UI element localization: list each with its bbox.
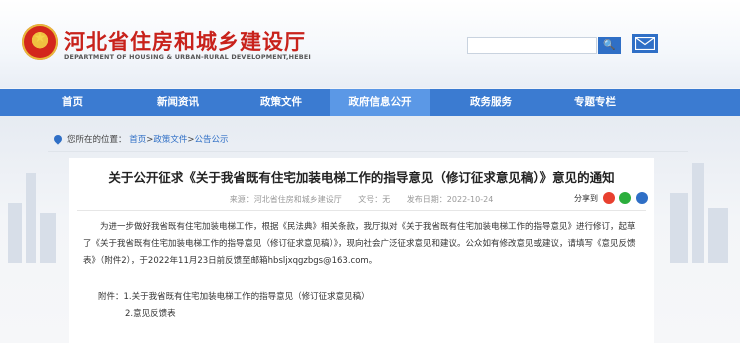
breadcrumb: 您所在的位置： 首页>政策文件>公告公示 [52, 133, 229, 147]
main-nav: 首页 新闻资讯 政策文件 政府信息公开 政务服务 专题专栏 [0, 89, 740, 116]
mail-button[interactable] [632, 34, 658, 53]
site-subtitle: DEPARTMENT OF HOUSING & URBAN-RURAL DEVE… [64, 53, 311, 61]
article-date: 发布日期：2022-10-24 [406, 195, 494, 204]
nav-item-policy[interactable]: 政策文件 [241, 89, 321, 116]
site-header: ★ 河北省住房和城乡建设厅 DEPARTMENT OF HOUSING & UR… [0, 0, 740, 88]
attachment-1[interactable]: 附件：1.关于我省既有住宅加装电梯工作的指导意见（修订征求意见稿） [98, 289, 370, 306]
search-input[interactable] [467, 37, 597, 54]
share-label: 分享到 [574, 194, 598, 203]
article-paragraph: 为进一步做好我省既有住宅加装电梯工作，根据《民法典》相关条款，我厅拟对《关于我省… [83, 222, 636, 266]
share-bar: 分享到 [574, 192, 648, 204]
site-title[interactable]: 河北省住房和城乡建设厅 [64, 26, 306, 56]
divider [48, 151, 688, 152]
article-panel: 关于公开征求《关于我省既有住宅加装电梯工作的指导意见（修订征求意见稿）》意见的通… [69, 158, 654, 343]
nav-item-home[interactable]: 首页 [35, 89, 110, 116]
location-pin-icon [52, 133, 64, 145]
article-doc-number: 文号：无 [358, 195, 391, 204]
breadcrumb-notices[interactable]: 公告公示 [195, 135, 229, 145]
wechat-share-icon[interactable] [619, 192, 632, 204]
weibo-share-icon[interactable] [602, 192, 615, 204]
nav-item-open-gov[interactable]: 政府信息公开 [330, 89, 430, 116]
breadcrumb-policy[interactable]: 政策文件 [153, 135, 187, 145]
breadcrumb-home[interactable]: 首页 [129, 135, 146, 145]
nav-item-news[interactable]: 新闻资讯 [138, 89, 218, 116]
attachment-2[interactable]: 2.意见反馈表 [125, 306, 176, 323]
article-meta: 来源：河北省住房和城乡建设厅 文号：无 发布日期：2022-10-24 [69, 194, 654, 205]
nav-item-topics[interactable]: 专题专栏 [555, 89, 635, 116]
search-button[interactable]: 🔍 [598, 37, 621, 54]
mail-icon [635, 37, 655, 50]
article-title: 关于公开征求《关于我省既有住宅加装电梯工作的指导意见（修订征求意见稿）》意见的通… [108, 170, 615, 185]
national-emblem-icon: ★ [22, 24, 58, 60]
search-icon: 🔍 [603, 40, 616, 51]
qq-share-icon[interactable] [635, 192, 648, 204]
nav-item-services[interactable]: 政务服务 [451, 89, 531, 116]
divider [77, 210, 646, 211]
breadcrumb-prefix: 您所在的位置： [67, 135, 127, 145]
breadcrumb-separator: > [187, 135, 195, 145]
article-body: 为进一步做好我省既有住宅加装电梯工作，根据《民法典》相关条款，我厅拟对《关于我省… [83, 219, 643, 270]
article-source: 来源：河北省住房和城乡建设厅 [229, 195, 342, 204]
